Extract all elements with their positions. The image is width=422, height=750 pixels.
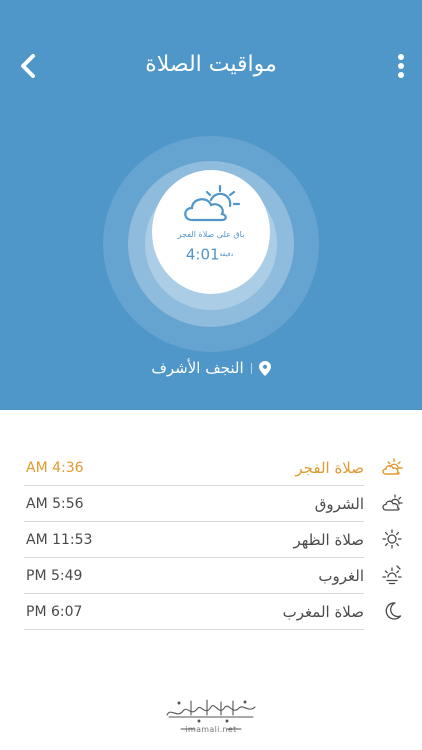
prayer-name: الشروق — [314, 495, 364, 513]
cloud-sun-icon — [184, 184, 241, 222]
prayer-row-maghrib[interactable]: PM 6:07 صلاة المغرب — [0, 594, 422, 630]
prayer-row-dhuhr[interactable]: AM 11:53 صلاة الظهر — [0, 522, 422, 558]
prayer-times-screen: مواقيت الصلاة باق على صلاة الفجر دقيقة4:… — [0, 0, 422, 750]
countdown-unit: دقيقة — [219, 251, 234, 258]
prayer-time: PM 6:07 — [26, 604, 83, 620]
row-divider — [24, 629, 364, 630]
location-selector[interactable]: النجف الأشرف — [0, 357, 422, 379]
location-separator — [250, 362, 252, 374]
prayer-time: AM 11:53 — [26, 532, 93, 548]
sunset-icon — [382, 565, 402, 585]
sun-icon — [382, 529, 402, 549]
moon-icon — [385, 602, 402, 620]
countdown-label: باق على صلاة الفجر — [177, 230, 245, 239]
prayer-name: صلاة المغرب — [282, 603, 364, 621]
chevron-left-icon — [21, 54, 35, 78]
footer-url: imamali.net — [185, 725, 237, 734]
back-button[interactable] — [10, 46, 46, 86]
prayer-name: صلاة الفجر — [295, 459, 364, 477]
prayer-name: الغروب — [318, 567, 364, 585]
more-vertical-icon — [398, 54, 404, 78]
prayer-time: AM 5:56 — [26, 496, 84, 512]
location-pin-icon — [258, 360, 271, 376]
location-name: النجف الأشرف — [151, 359, 244, 377]
prayer-time: AM 4:36 — [26, 460, 84, 476]
countdown-value: دقيقة4:01 — [160, 244, 262, 264]
countdown-time: 4:01 — [185, 245, 220, 264]
sunrise-cloud-icon — [382, 458, 403, 475]
prayer-name: صلاة الظهر — [293, 531, 364, 549]
page-title: مواقيت الصلاة — [145, 52, 277, 77]
prayer-row-sunrise[interactable]: AM 5:56 الشروق — [0, 486, 422, 522]
prayer-row-fajr[interactable]: AM 4:36 صلاة الفجر — [0, 450, 422, 486]
cloud-sun-icon — [382, 494, 403, 511]
more-menu-button[interactable] — [386, 46, 416, 86]
hero-header: مواقيت الصلاة باق على صلاة الفجر دقيقة4:… — [0, 0, 422, 410]
prayer-time: PM 5:49 — [26, 568, 83, 584]
prayer-row-sunset[interactable]: PM 5:49 الغروب — [0, 558, 422, 594]
